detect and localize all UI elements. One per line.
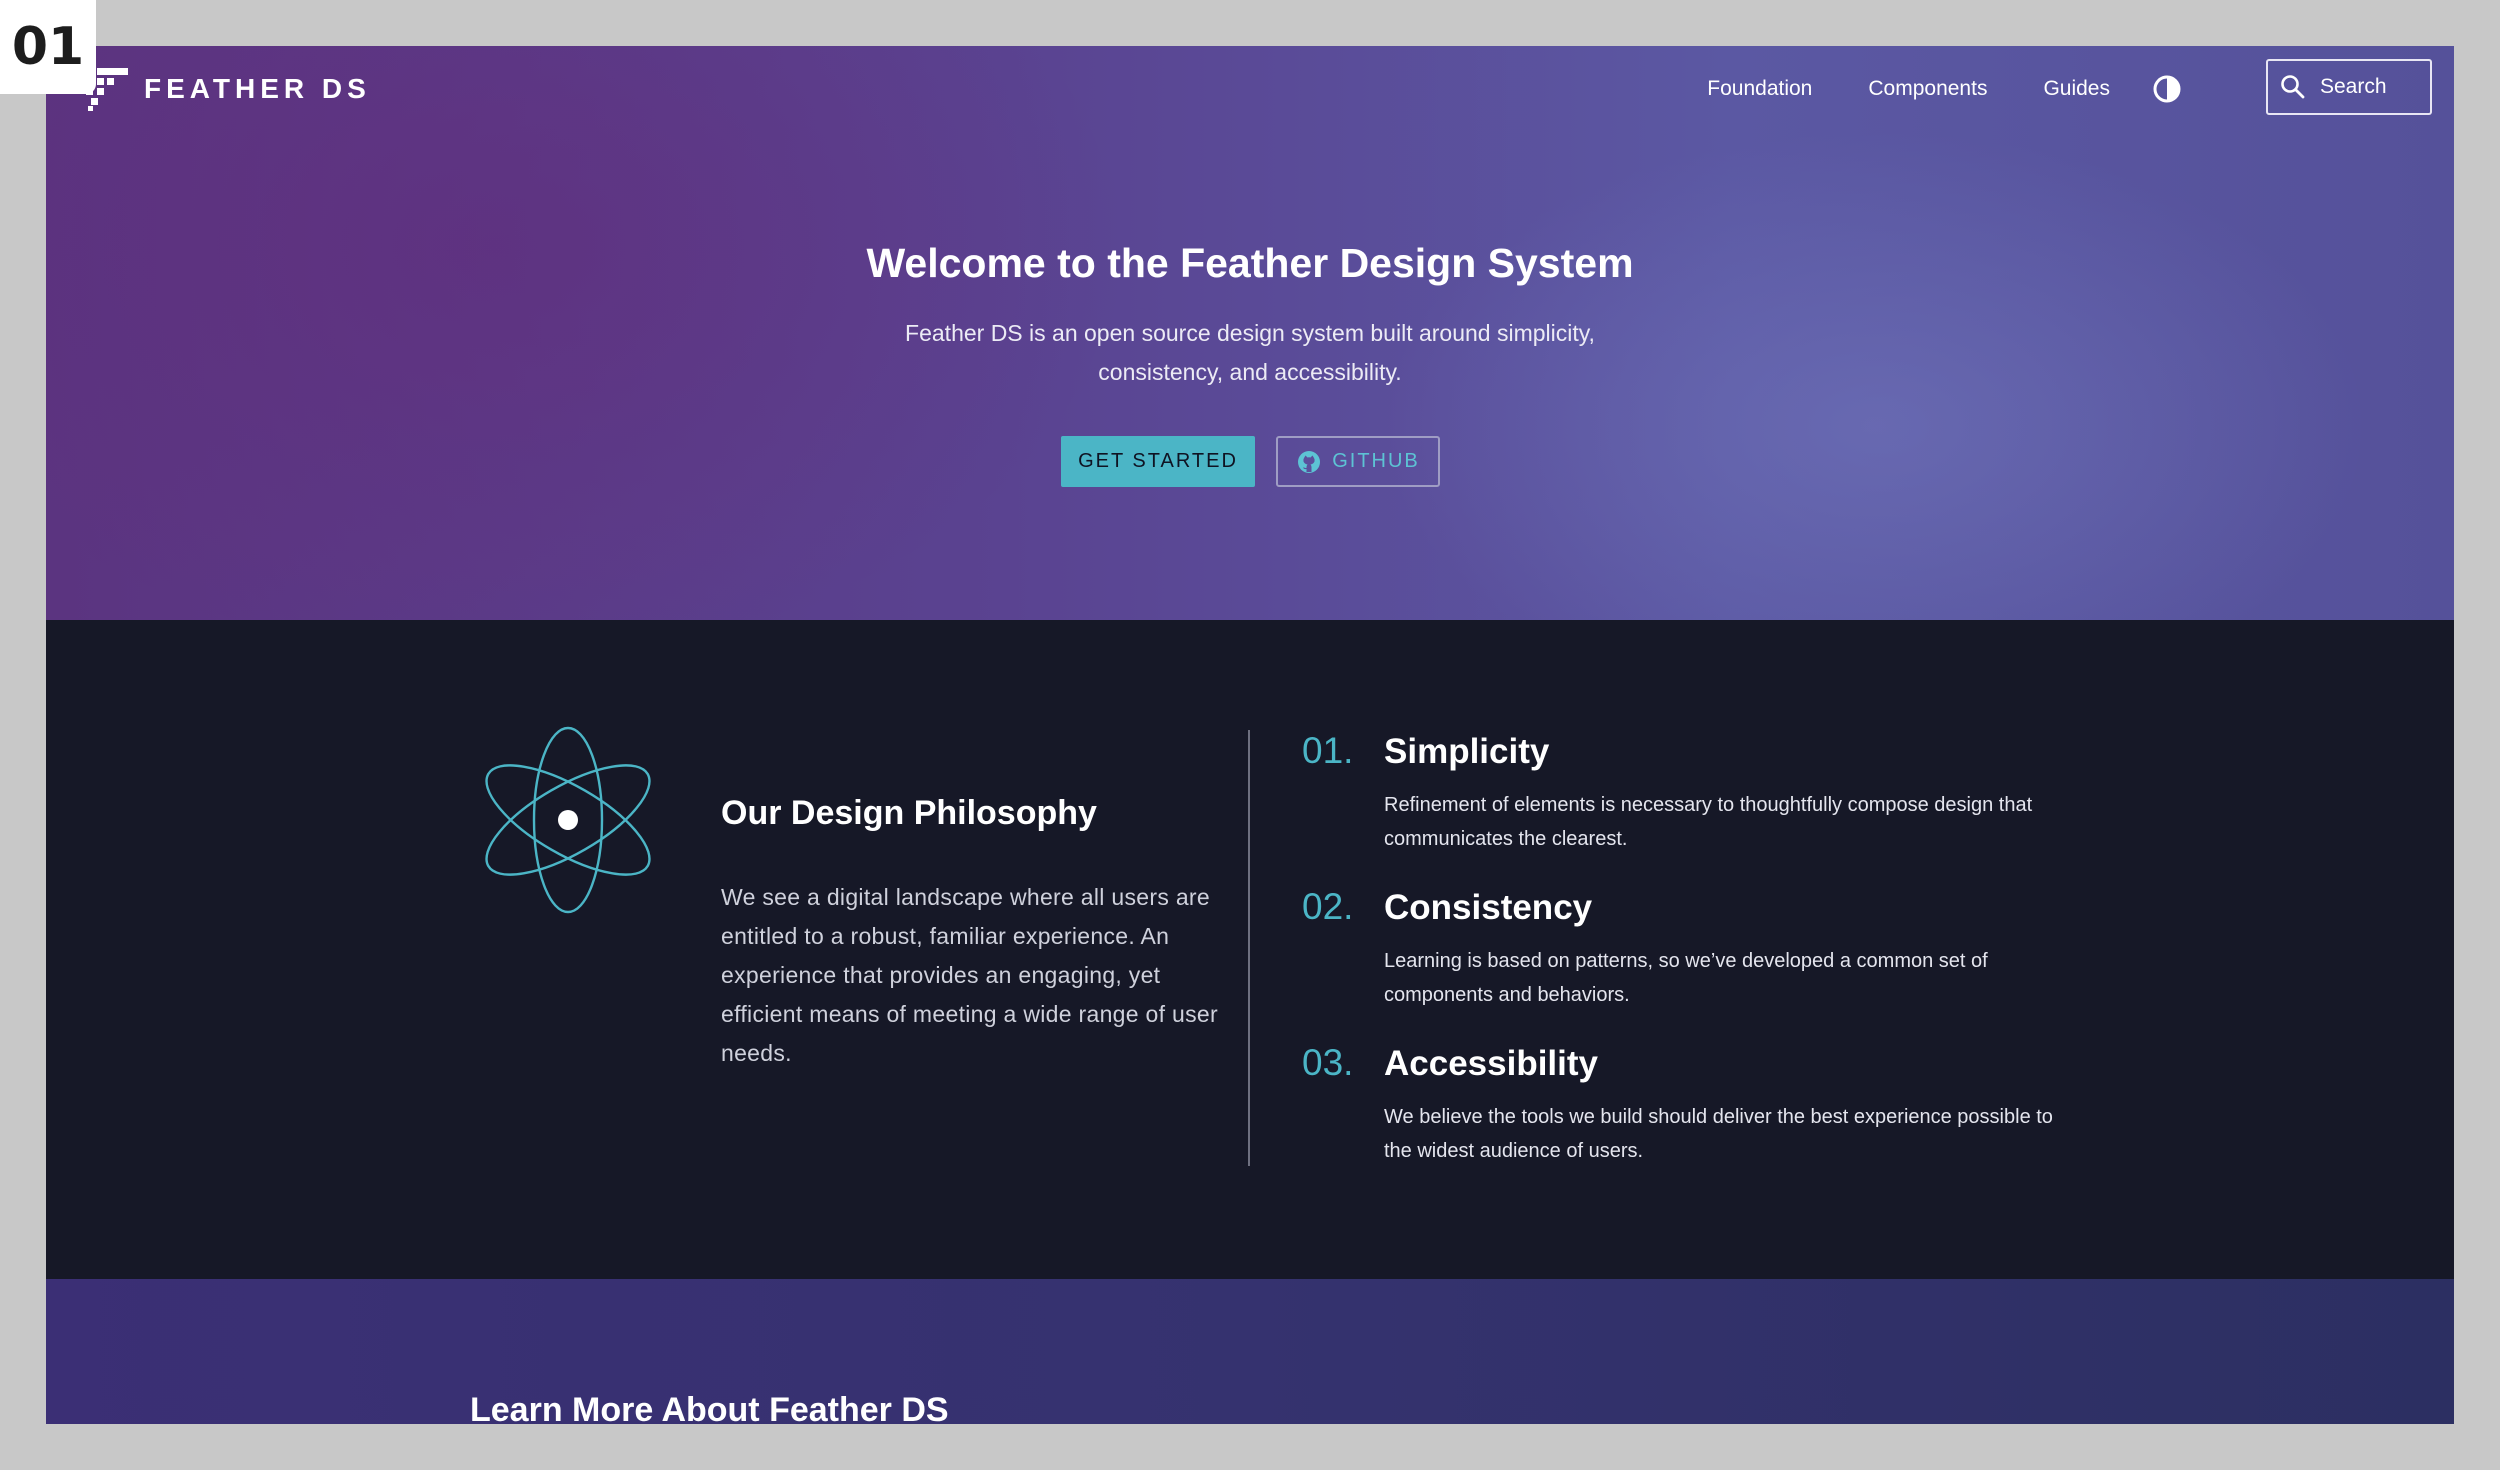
search-label: Search	[2320, 75, 2387, 98]
learn-more-title: Learn More About Feather DS	[470, 1391, 949, 1424]
github-button-label: GITHUB	[1332, 450, 1420, 472]
philosophy-title: Our Design Philosophy	[721, 794, 1097, 832]
browser-viewport: FEATHER DS Foundation Components Guides …	[46, 46, 2454, 1424]
vertical-divider	[1248, 730, 1250, 1166]
principle-title: Accessibility	[1384, 1044, 1598, 1083]
philosophy-section: Our Design Philosophy We see a digital l…	[46, 620, 2454, 1279]
brand-logo[interactable]: FEATHER DS	[84, 66, 371, 112]
brand-name: FEATHER DS	[144, 73, 371, 104]
principle-text: Learning is based on patterns, so we’ve …	[1384, 950, 1988, 1006]
nav-link-components[interactable]: Components	[1868, 77, 1987, 101]
learn-more-section: Learn More About Feather DS	[46, 1279, 2454, 1424]
principle-text: We believe the tools we build should del…	[1384, 1106, 2053, 1162]
get-started-button[interactable]: GET STARTED	[1061, 436, 1255, 487]
github-icon	[1298, 450, 1321, 473]
frame-number-label: 01	[0, 0, 96, 94]
contrast-icon[interactable]	[2152, 74, 2182, 104]
principle-number: 02.	[1302, 886, 1354, 927]
principle-number: 03.	[1302, 1042, 1354, 1083]
nav-link-foundation[interactable]: Foundation	[1707, 77, 1812, 101]
main-nav: Foundation Components Guides	[1651, 74, 2182, 104]
hero-section: FEATHER DS Foundation Components Guides …	[46, 46, 2454, 620]
github-button[interactable]: GITHUB	[1276, 436, 1440, 487]
principle-title: Consistency	[1384, 888, 1593, 927]
principle-text: Refinement of elements is necessary to t…	[1384, 794, 2033, 850]
principle-title: Simplicity	[1384, 732, 1550, 771]
nav-link-guides[interactable]: Guides	[2043, 77, 2110, 101]
atom-icon	[485, 726, 651, 914]
hero-title: Welcome to the Feather Design System	[866, 240, 1634, 286]
hero-subtitle: Feather DS is an open source design syst…	[905, 320, 1595, 385]
search-button[interactable]: Search	[2266, 59, 2432, 115]
top-navigation: FEATHER DS Foundation Components Guides …	[46, 46, 2454, 130]
principle-number: 01.	[1302, 730, 1354, 771]
search-icon	[2281, 75, 2305, 99]
philosophy-text: We see a digital landscape where all use…	[721, 884, 1218, 1066]
